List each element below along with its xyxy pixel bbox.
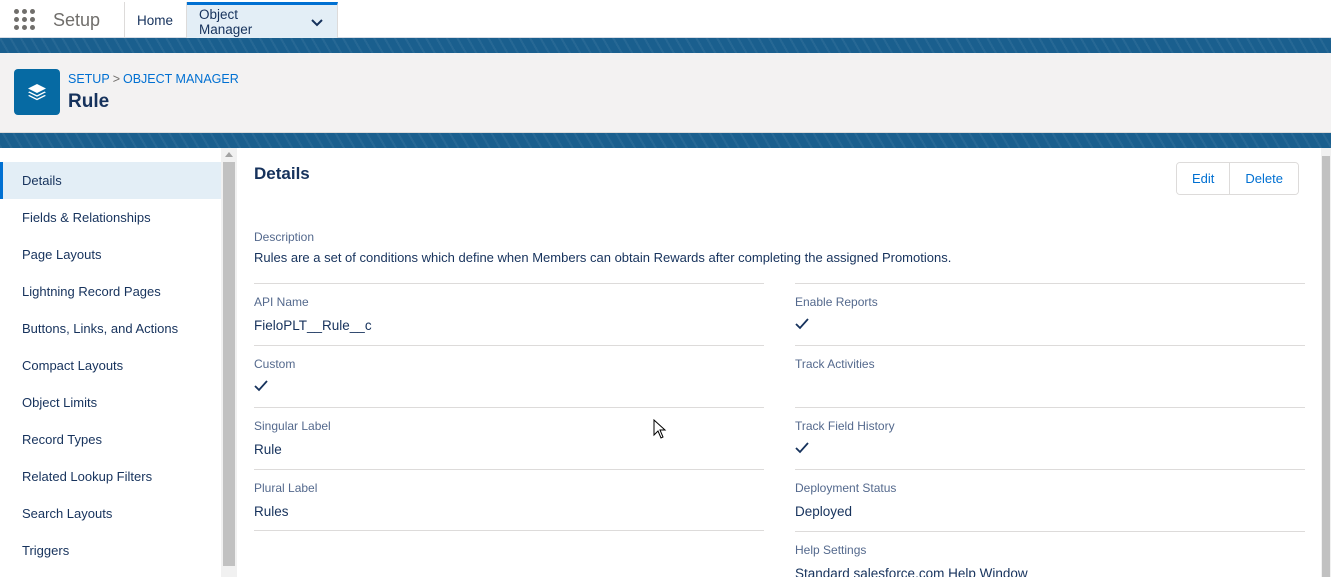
main-area: Details Fields & Relationships Page Layo…	[0, 148, 1331, 577]
field-value: Rules	[254, 504, 289, 519]
description-label: Description	[254, 230, 315, 244]
details-left-column: API Name FieloPLT__Rule__c Custom Singul…	[254, 283, 764, 531]
field-deployment-status: Deployment Status Deployed	[795, 469, 1305, 531]
details-panel: Details Edit Delete Description Rules ar…	[238, 148, 1321, 577]
description-field: Description Rules are a set of condition…	[254, 230, 1304, 265]
tab-object-manager[interactable]: Object Manager	[187, 2, 338, 38]
field-value: Standard salesforce.com Help Window	[795, 566, 1028, 577]
field-label: Plural Label	[254, 481, 318, 495]
breadcrumb-setup[interactable]: SETUP	[68, 72, 110, 86]
object-sidebar: Details Fields & Relationships Page Layo…	[0, 162, 221, 577]
page-header: SETUP > OBJECT MANAGER Rule	[0, 53, 1331, 133]
sidebar-item-triggers[interactable]: Triggers	[0, 532, 221, 569]
field-value: Deployed	[795, 504, 853, 519]
content-scrollbar-thumb[interactable]	[1322, 156, 1330, 577]
field-label: Help Settings	[795, 543, 867, 557]
sidebar-item-page-layouts[interactable]: Page Layouts	[0, 236, 221, 273]
sidebar-item-lightning-record-pages[interactable]: Lightning Record Pages	[0, 273, 221, 310]
section-title: Details	[254, 164, 310, 183]
content-scrollbar[interactable]	[1321, 148, 1331, 577]
breadcrumb: SETUP > OBJECT MANAGER	[68, 72, 239, 86]
sidebar-item-search-layouts[interactable]: Search Layouts	[0, 495, 221, 532]
tab-home-label: Home	[137, 12, 174, 28]
sidebar-item-record-types[interactable]: Record Types	[0, 421, 221, 458]
field-label: API Name	[254, 295, 309, 309]
field-help-settings: Help Settings Standard salesforce.com He…	[795, 531, 1305, 577]
mouse-cursor-icon	[653, 419, 667, 439]
sidebar-scrollbar[interactable]	[221, 148, 237, 577]
sidebar-item-object-limits[interactable]: Object Limits	[0, 384, 221, 421]
description-value: Rules are a set of conditions which defi…	[254, 250, 952, 265]
page-title: Rule	[68, 91, 110, 112]
field-label: Enable Reports	[795, 295, 878, 309]
sidebar-item-details[interactable]: Details	[0, 162, 221, 199]
field-plural-label: Plural Label Rules	[254, 469, 764, 531]
breadcrumb-object-manager[interactable]: OBJECT MANAGER	[123, 72, 239, 86]
checkmark-icon	[254, 380, 268, 392]
sidebar-scrollbar-thumb[interactable]	[223, 162, 235, 566]
field-label: Track Activities	[795, 357, 875, 371]
sidebar-item-buttons-links-actions[interactable]: Buttons, Links, and Actions	[0, 310, 221, 347]
top-navigation: Setup Home Object Manager	[0, 0, 1331, 38]
field-label: Deployment Status	[795, 481, 897, 495]
chevron-down-icon[interactable]	[309, 14, 325, 30]
scroll-up-arrow-icon[interactable]	[225, 152, 233, 157]
edit-button[interactable]: Edit	[1177, 163, 1230, 194]
field-value: FieloPLT__Rule__c	[254, 318, 372, 333]
action-button-group: Edit Delete	[1176, 162, 1299, 195]
details-right-column: Enable Reports Track Activities Track Fi…	[795, 283, 1305, 577]
field-enable-reports: Enable Reports	[795, 283, 1305, 345]
tab-home[interactable]: Home	[124, 2, 187, 38]
field-api-name: API Name FieloPLT__Rule__c	[254, 283, 764, 345]
app-name: Setup	[53, 10, 101, 30]
checkmark-icon	[795, 442, 809, 454]
checkmark-icon	[795, 318, 809, 330]
field-value: Rule	[254, 442, 282, 457]
field-label: Custom	[254, 357, 296, 371]
layers-icon	[14, 69, 60, 115]
field-singular-label: Singular Label Rule	[254, 407, 764, 469]
field-track-activities: Track Activities	[795, 345, 1305, 407]
field-custom: Custom	[254, 345, 764, 407]
tab-object-manager-label: Object Manager	[199, 6, 253, 37]
delete-button[interactable]: Delete	[1229, 163, 1298, 194]
app-launcher-icon[interactable]	[14, 9, 36, 31]
sidebar-item-compact-layouts[interactable]: Compact Layouts	[0, 347, 221, 384]
field-track-field-history: Track Field History	[795, 407, 1305, 469]
sidebar-item-related-lookup-filters[interactable]: Related Lookup Filters	[0, 458, 221, 495]
sidebar-item-fields-relationships[interactable]: Fields & Relationships	[0, 199, 221, 236]
field-label: Track Field History	[795, 419, 895, 433]
field-label: Singular Label	[254, 419, 331, 433]
breadcrumb-separator: >	[112, 72, 120, 86]
